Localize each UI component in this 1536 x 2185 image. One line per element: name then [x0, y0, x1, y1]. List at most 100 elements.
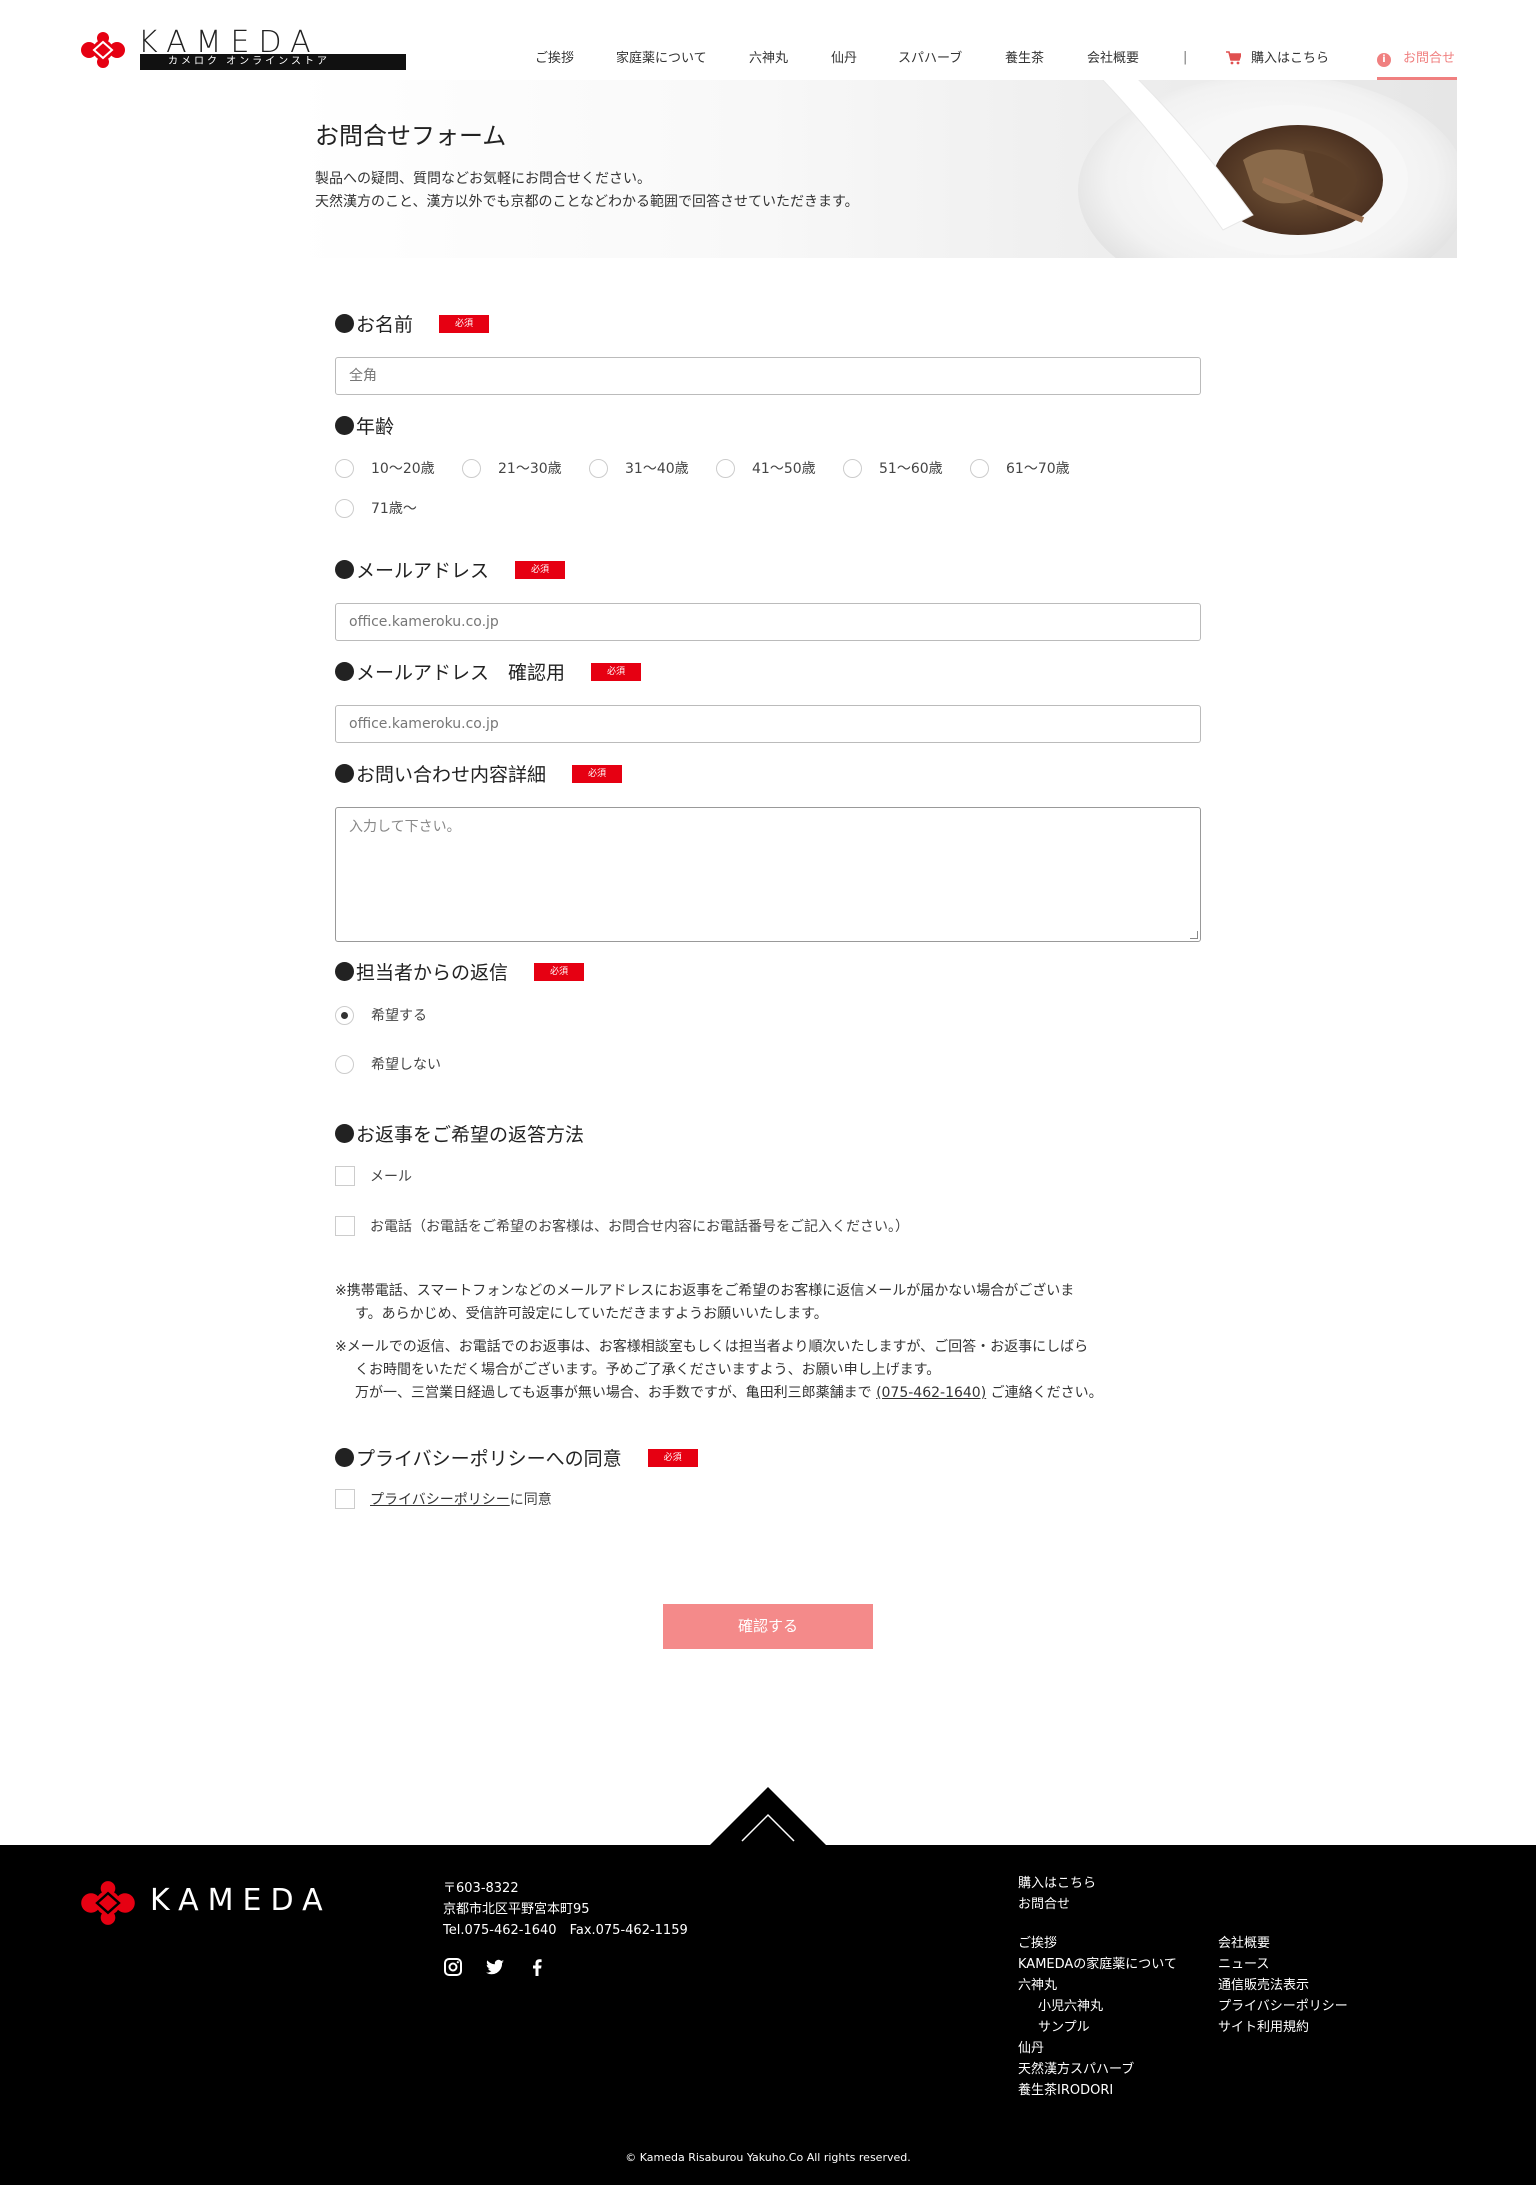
footer-link[interactable]: 天然漢方スパハーブ [1018, 2059, 1177, 2080]
footer-link[interactable]: プライバシーポリシー [1218, 1996, 1348, 2017]
footer-link[interactable]: 通信販売法表示 [1218, 1975, 1348, 1996]
checkbox[interactable] [335, 1489, 355, 1509]
footer-link[interactable]: 小児六神丸 [1018, 1996, 1177, 2017]
social-links [443, 1957, 547, 1977]
age-option-label: 71歳〜 [371, 501, 417, 517]
reply-label-text: 担当者からの返信 [356, 962, 509, 984]
note-line: ※携帯電話、スマートフォンなどのメールアドレスにお返事をご希望のお客様に返信メー… [335, 1283, 1075, 1299]
footer-link-purchase[interactable]: 購入はこちら [1018, 1873, 1096, 1894]
details-label-text: お問い合わせ内容詳細 [356, 764, 547, 786]
age-option-71-plus[interactable]: 71歳〜 [335, 498, 417, 518]
age-option-31-40[interactable]: 31〜40歳 [589, 458, 689, 478]
confirm-button[interactable]: 確認する [663, 1604, 873, 1649]
nav-spa-herb[interactable]: スパハーブ [898, 50, 962, 68]
age-option-label: 51〜60歳 [879, 461, 943, 477]
nav-rokushingan[interactable]: 六神丸 [749, 50, 788, 68]
nav-sentan[interactable]: 仙丹 [831, 50, 857, 68]
radio-button[interactable] [335, 1054, 354, 1074]
twitter-icon[interactable] [485, 1957, 505, 1977]
bullet-icon [335, 416, 354, 435]
age-option-21-30[interactable]: 21〜30歳 [462, 458, 562, 478]
reply-option-no[interactable]: 希望しない [335, 1054, 441, 1074]
privacy-agree[interactable]: プライバシーポリシー に同意 [335, 1489, 552, 1509]
copyright: © Kameda Risaburou Yakuho.Co All rights … [625, 2151, 911, 2164]
radio-button[interactable] [589, 458, 608, 478]
method-label: お返事をご希望の返答方法 [335, 1120, 584, 1147]
age-option-41-50[interactable]: 41〜50歳 [716, 458, 816, 478]
privacy-label: プライバシーポリシーへの同意 必須 [335, 1444, 698, 1471]
age-label: 年齢 [335, 412, 394, 439]
reply-label: 担当者からの返信 必須 [335, 958, 585, 985]
email-input[interactable]: office.kameroku.co.jp [335, 603, 1201, 641]
resize-handle-icon[interactable] [1190, 931, 1198, 939]
email-label: メールアドレス 必須 [335, 556, 566, 583]
radio-button[interactable] [335, 1005, 354, 1025]
radio-button[interactable] [716, 458, 735, 478]
kameda-logo-icon [81, 1881, 135, 1925]
footer-link[interactable]: ニュース [1218, 1954, 1348, 1975]
footer-logo-text: KAMEDA [150, 1883, 332, 1918]
checkbox[interactable] [335, 1166, 355, 1186]
privacy-policy-link[interactable]: プライバシーポリシー [370, 1489, 510, 1509]
tel-fax: Tel.075-462-1640 Fax.075-462-1159 [443, 1923, 688, 1938]
details-label: お問い合わせ内容詳細 必須 [335, 760, 623, 787]
nav-greeting[interactable]: ご挨拶 [535, 50, 574, 68]
name-input[interactable]: 全角 [335, 357, 1201, 395]
instagram-icon[interactable] [443, 1957, 463, 1977]
details-textarea[interactable]: 入力して下さい。 [335, 807, 1201, 942]
checkbox[interactable] [335, 1216, 355, 1236]
footer-logo[interactable]: KAMEDA [80, 1881, 323, 1929]
age-option-label: 10〜20歳 [371, 461, 435, 477]
footer-link-contact[interactable]: お問合せ [1018, 1894, 1096, 1915]
nav-contact[interactable]: i お問合せ [1377, 50, 1455, 68]
method-option-phone[interactable]: お電話（お電話をご希望のお客様は、お問合せ内容にお電話番号をご記入ください。） [335, 1216, 909, 1236]
radio-button[interactable] [462, 458, 481, 478]
footer-col-2: 会社概要 ニュース 通信販売法表示 プライバシーポリシー サイト利用規約 [1218, 1933, 1348, 2038]
age-option-61-70[interactable]: 61〜70歳 [970, 458, 1070, 478]
nav-household-medicine[interactable]: 家庭薬について [616, 50, 707, 68]
details-placeholder: 入力して下さい。 [349, 819, 461, 835]
phone-link[interactable]: (075-462-1640) [876, 1385, 986, 1401]
reply-option-yes[interactable]: 希望する [335, 1005, 427, 1025]
radio-button[interactable] [335, 498, 354, 518]
footer-col-1: ご挨拶 KAMEDAの家庭薬について 六神丸 小児六神丸 サンプル 仙丹 天然漢… [1018, 1933, 1177, 2101]
radio-button[interactable] [970, 458, 989, 478]
footer-link[interactable]: 養生茶IRODORI [1018, 2080, 1177, 2101]
facebook-icon[interactable] [527, 1957, 547, 1977]
nav-contact-label: お問合せ [1403, 51, 1456, 66]
site-header: KAMEDA カメロク オンラインストア ご挨拶 家庭薬について 六神丸 仙丹 … [0, 0, 1536, 80]
radio-button[interactable] [843, 458, 862, 478]
footer-link[interactable]: サンプル [1018, 2017, 1177, 2038]
page-hero: お問合せフォーム 製品への疑問、質問などお気軽にお問合せください。 天然漢方のこ… [293, 80, 1457, 258]
nav-company[interactable]: 会社概要 [1087, 50, 1139, 68]
footer-link[interactable]: サイト利用規約 [1218, 2017, 1348, 2038]
bullet-icon [335, 1124, 354, 1143]
age-option-label: 61〜70歳 [1006, 461, 1070, 477]
email-confirm-label: メールアドレス 確認用 必須 [335, 658, 642, 685]
email-confirm-label-text: メールアドレス 確認用 [356, 662, 566, 684]
cart-icon [1226, 51, 1243, 65]
method-label-text: お返事をご希望の返答方法 [356, 1124, 585, 1146]
scroll-top-button[interactable] [708, 1785, 828, 1847]
nav-purchase[interactable]: 購入はこちら [1226, 50, 1329, 68]
required-badge: 必須 [647, 1448, 698, 1467]
age-option-label: 41〜50歳 [752, 461, 816, 477]
age-option-10-20[interactable]: 10〜20歳 [335, 458, 435, 478]
note-line: ※メールでの返信、お電話でのお返事は、お客様相談室もしくは担当者より順次いたしま… [335, 1339, 1089, 1355]
footer-link[interactable]: 会社概要 [1218, 1933, 1348, 1954]
age-option-label: 21〜30歳 [498, 461, 562, 477]
postal-code: 〒603-8322 [443, 1881, 519, 1896]
required-badge: 必須 [515, 560, 566, 579]
footer-link[interactable]: 六神丸 [1018, 1975, 1177, 1996]
age-option-51-60[interactable]: 51〜60歳 [843, 458, 943, 478]
radio-button[interactable] [335, 458, 354, 478]
footer-link[interactable]: ご挨拶 [1018, 1933, 1177, 1954]
nav-yojocha[interactable]: 養生茶 [1005, 50, 1044, 68]
footer-link[interactable]: KAMEDAの家庭薬について [1018, 1954, 1177, 1975]
footer-top-links: 購入はこちら お問合せ [1018, 1873, 1096, 1915]
required-badge: 必須 [591, 662, 642, 681]
footer-link[interactable]: 仙丹 [1018, 2038, 1177, 2059]
method-option-email[interactable]: メール [335, 1166, 412, 1186]
site-footer: KAMEDA 〒603-8322 京都市北区平野宮本町95 Tel.075-46… [0, 1845, 1536, 2185]
email-confirm-input[interactable]: office.kameroku.co.jp [335, 705, 1201, 743]
